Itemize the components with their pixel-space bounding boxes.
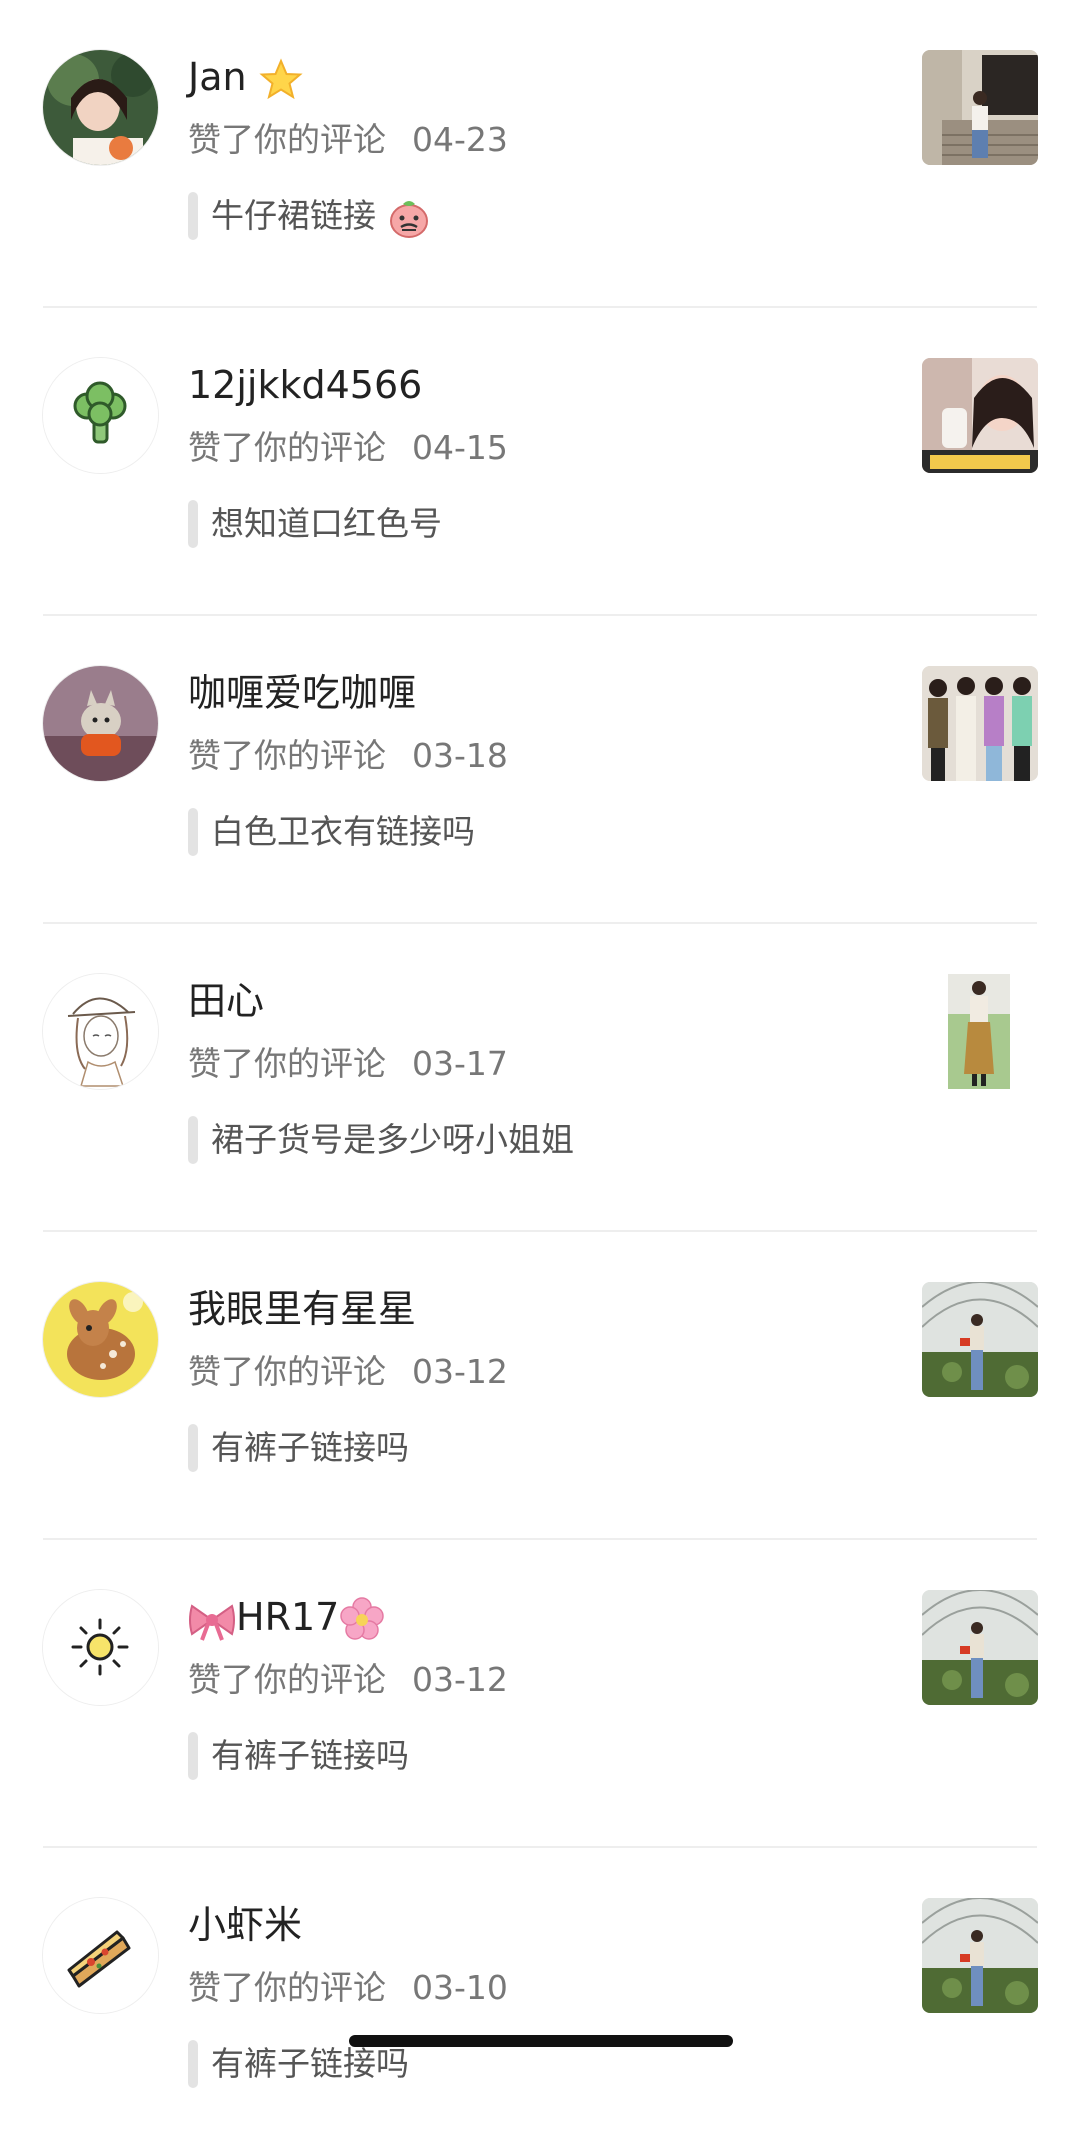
avatar[interactable] xyxy=(43,666,158,781)
date: 04-23 xyxy=(412,120,508,159)
username[interactable]: HR17 xyxy=(188,1592,385,1643)
greenhouse-photo-icon xyxy=(922,1898,1038,2013)
peach-face-emoji-icon xyxy=(389,200,428,238)
avatar[interactable] xyxy=(43,358,158,473)
comment-text[interactable]: 白色卫衣有链接吗 xyxy=(211,809,475,855)
girl-photo-avatar-icon xyxy=(43,50,158,165)
broccoli-icon-avatar-icon xyxy=(43,358,158,473)
list-item[interactable]: HR17 赞了你的评论 03-12 有裤子链接吗 xyxy=(0,1540,1080,1848)
username[interactable]: 12jjkkd4566 xyxy=(188,360,422,410)
list-item[interactable]: 我眼里有星星 赞了你的评论 03-12 有裤子链接吗 xyxy=(0,1232,1080,1540)
deer-cartoon-avatar-icon xyxy=(43,1282,158,1397)
comment-quote-bar xyxy=(188,1424,198,1472)
list-item[interactable]: 田心 赞了你的评论 03-17 裙子货号是多少呀小姐姐 xyxy=(0,924,1080,1232)
action-text: 赞了你的评论 03-12 xyxy=(188,1352,508,1391)
list-item[interactable]: 12jjkkd4566 赞了你的评论 04-15 想知道口红色号 xyxy=(0,308,1080,616)
avatar[interactable] xyxy=(43,974,158,1089)
comment-quote-bar xyxy=(188,808,198,856)
comment-quote-bar xyxy=(188,192,198,240)
comment-quote-bar xyxy=(188,1116,198,1164)
comment-quote-bar xyxy=(188,1732,198,1780)
comment-quote-bar xyxy=(188,500,198,548)
date: 03-12 xyxy=(412,1660,508,1699)
post-thumbnail[interactable] xyxy=(922,50,1038,165)
username[interactable]: 田心 xyxy=(188,976,264,1026)
action-text: 赞了你的评论 03-17 xyxy=(188,1044,508,1083)
comment-quote-bar xyxy=(188,2040,198,2088)
action-text: 赞了你的评论 04-15 xyxy=(188,428,508,467)
sun-icon-avatar-icon xyxy=(43,1590,158,1705)
woman-selfie-photo-icon xyxy=(922,358,1038,473)
list-item[interactable]: Jan 赞了你的评论 04-23 牛仔裙链接 xyxy=(0,0,1080,308)
username[interactable]: 我眼里有星星 xyxy=(188,1284,416,1334)
comment-text[interactable]: 有裤子链接吗 xyxy=(211,1425,409,1471)
woman-dress-photo-icon xyxy=(948,974,1010,1089)
comment-text[interactable]: 想知道口红色号 xyxy=(211,501,442,547)
comment-text[interactable]: 裙子货号是多少呀小姐姐 xyxy=(211,1117,574,1163)
date: 04-15 xyxy=(412,428,508,467)
sketch-girl-avatar-icon xyxy=(43,974,158,1089)
post-thumbnail[interactable] xyxy=(922,1590,1038,1705)
username[interactable]: 咖喱爱吃咖喱 xyxy=(188,668,416,718)
post-thumbnail[interactable] xyxy=(922,358,1038,473)
action-text: 赞了你的评论 03-10 xyxy=(188,1968,508,2007)
avatar[interactable] xyxy=(43,1898,158,2013)
avatar[interactable] xyxy=(43,1282,158,1397)
greenhouse-photo-icon xyxy=(922,1282,1038,1397)
ribbon-emoji-icon xyxy=(189,1603,235,1641)
cartoon-cat-avatar-icon xyxy=(43,666,158,781)
home-indicator[interactable] xyxy=(349,2035,733,2047)
action-text: 赞了你的评论 03-12 xyxy=(188,1660,508,1699)
list-item[interactable]: 小虾米 赞了你的评论 03-10 有裤子链接吗 xyxy=(0,1848,1080,2156)
blossom-emoji-icon xyxy=(340,1596,385,1640)
comment-text[interactable]: 牛仔裙链接 xyxy=(211,193,431,240)
storefront-photo-icon xyxy=(922,50,1038,165)
post-thumbnail[interactable] xyxy=(922,1282,1038,1397)
four-women-photo-icon xyxy=(922,666,1038,781)
action-text: 赞了你的评论 04-23 xyxy=(188,120,508,159)
avatar[interactable] xyxy=(43,1590,158,1705)
post-thumbnail[interactable] xyxy=(922,666,1038,781)
date: 03-12 xyxy=(412,1352,508,1391)
notification-list: Jan 赞了你的评论 04-23 牛仔裙链接 12jjkkd4566 赞了你的评… xyxy=(0,0,1080,2156)
post-thumbnail[interactable] xyxy=(922,1898,1038,2013)
post-thumbnail[interactable] xyxy=(948,974,1010,1089)
date: 03-18 xyxy=(412,736,508,775)
username[interactable]: 小虾米 xyxy=(188,1900,302,1950)
action-text: 赞了你的评论 03-18 xyxy=(188,736,508,775)
avatar[interactable] xyxy=(43,50,158,165)
username[interactable]: Jan xyxy=(188,52,303,102)
date: 03-10 xyxy=(412,1968,508,2007)
date: 03-17 xyxy=(412,1044,508,1083)
comment-text[interactable]: 有裤子链接吗 xyxy=(211,1733,409,1779)
greenhouse-photo-icon xyxy=(922,1590,1038,1705)
pizza-icon-avatar-icon xyxy=(43,1898,158,2013)
star-emoji-icon xyxy=(259,57,303,99)
comment-text[interactable]: 有裤子链接吗 xyxy=(211,2041,409,2087)
list-item[interactable]: 咖喱爱吃咖喱 赞了你的评论 03-18 白色卫衣有链接吗 xyxy=(0,616,1080,924)
